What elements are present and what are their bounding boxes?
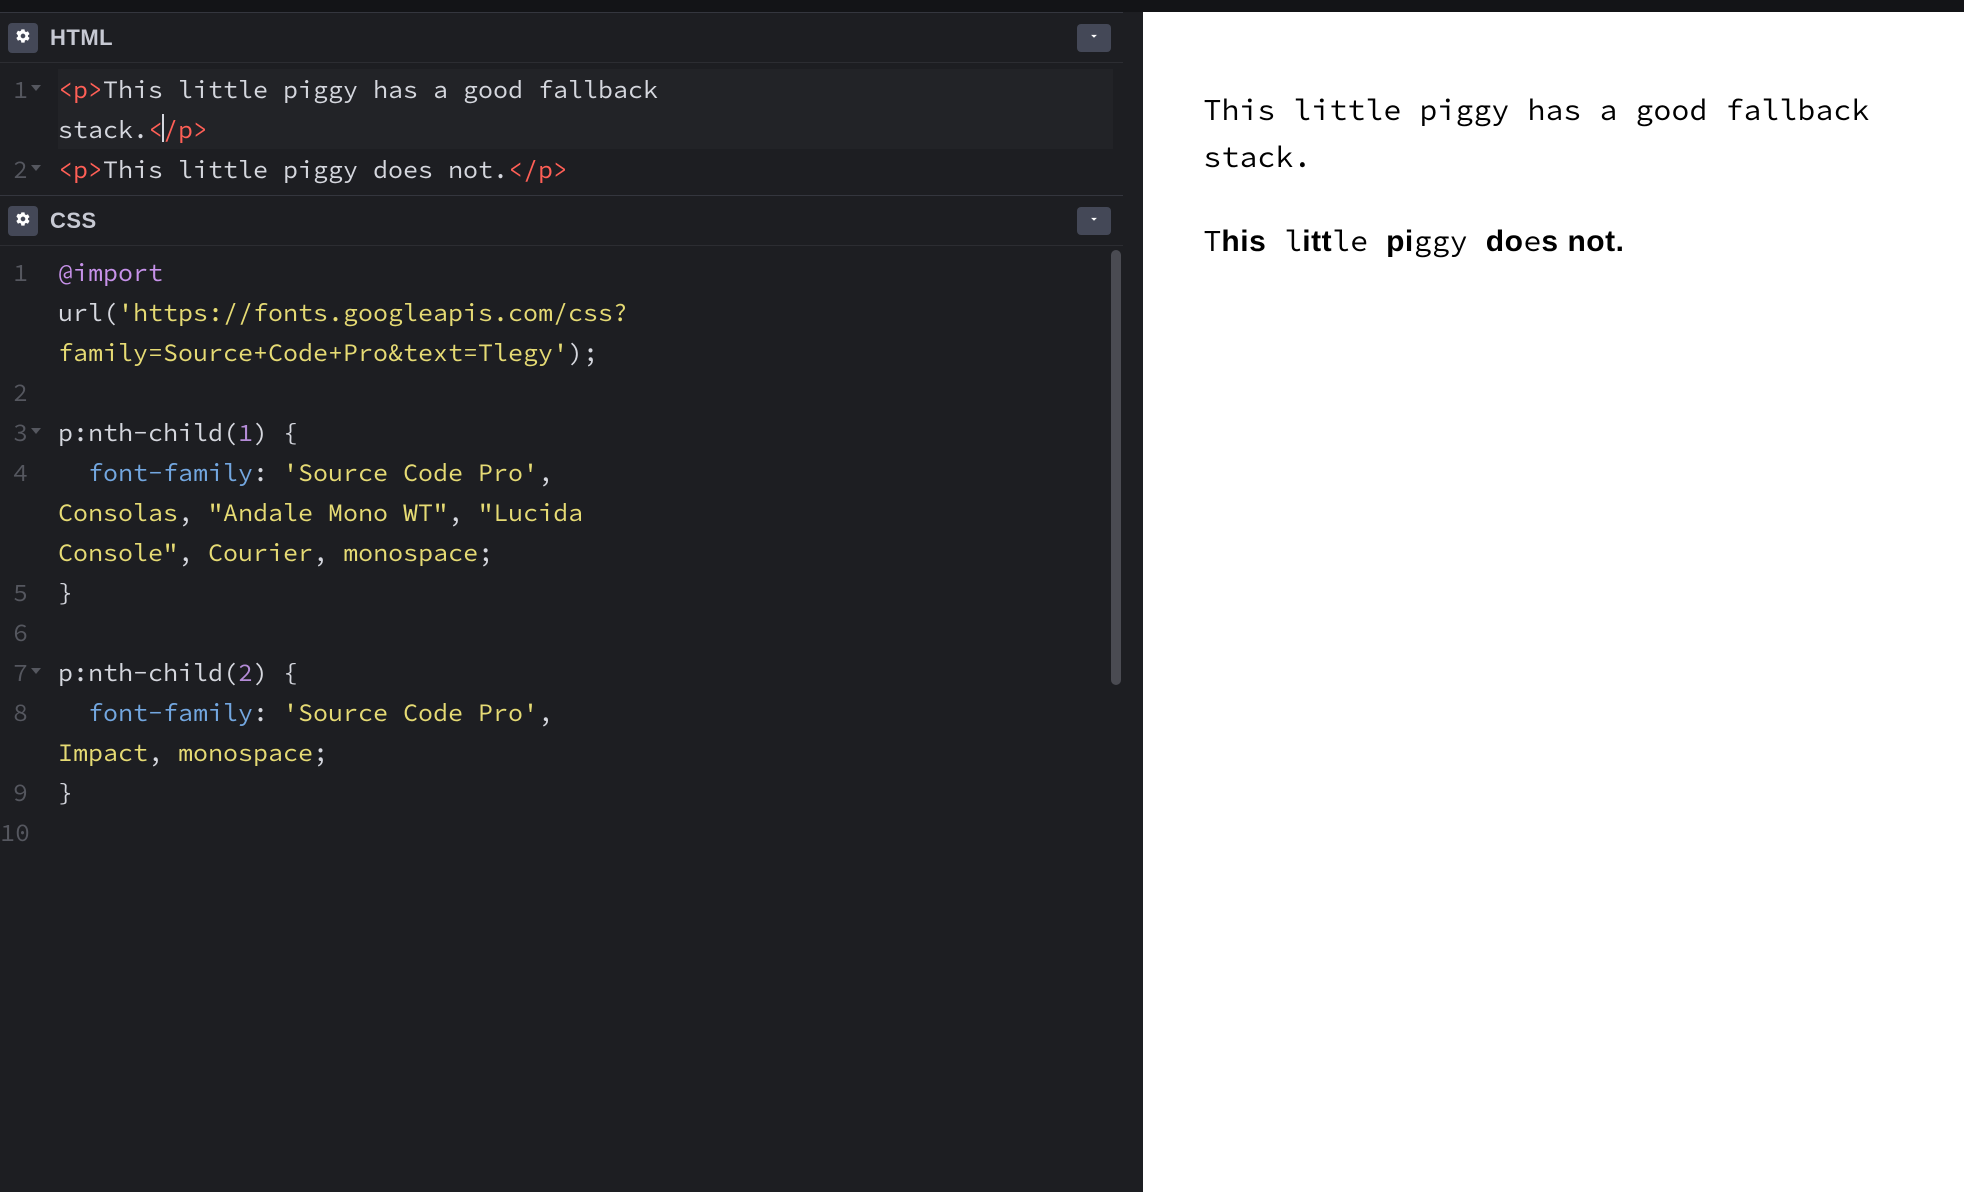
- code-line[interactable]: p:nth-child(1) {: [58, 412, 1113, 452]
- line-number: [0, 109, 44, 149]
- preview-pane: This little piggy has a good fallback st…: [1143, 12, 1964, 1192]
- css-panel-header: CSS: [0, 196, 1123, 246]
- line-number: 4: [0, 452, 44, 492]
- code-line[interactable]: @import: [58, 252, 1113, 292]
- code-line[interactable]: [58, 372, 1113, 412]
- line-number: 1: [0, 69, 44, 109]
- main-area: HTML 12 <p>This little piggy has a good …: [0, 12, 1964, 1192]
- html-editor[interactable]: 12 <p>This little piggy has a good fallb…: [0, 63, 1123, 195]
- line-number: [0, 492, 44, 532]
- window-topbar: [0, 0, 1964, 12]
- code-line[interactable]: stack.</p>: [58, 109, 1113, 149]
- html-gutter: 12: [0, 63, 48, 195]
- preview-paragraph-2: This little piggy does not.: [1203, 218, 1904, 266]
- code-line[interactable]: Console", Courier, monospace;: [58, 532, 1113, 572]
- html-panel-header: HTML: [0, 13, 1123, 63]
- code-line[interactable]: <p>This little piggy does not.</p>: [58, 149, 1113, 189]
- code-line[interactable]: Impact, monospace;: [58, 732, 1113, 772]
- code-line[interactable]: [58, 612, 1113, 652]
- line-number: 8: [0, 692, 44, 732]
- chevron-down-icon: [1087, 29, 1101, 46]
- css-editor[interactable]: 1 234 5678 910 @importurl('https://fonts.go…: [0, 246, 1123, 1192]
- css-panel: CSS 1 234 5678 910 @importurl('https://font…: [0, 195, 1123, 1192]
- code-line[interactable]: p:nth-child(2) {: [58, 652, 1113, 692]
- line-number: [0, 292, 44, 332]
- html-panel: HTML 12 <p>This little piggy has a good …: [0, 12, 1123, 195]
- preview-paragraph-1: This little piggy has a good fallback st…: [1203, 87, 1904, 180]
- line-number: 5: [0, 572, 44, 612]
- css-scrollbar-thumb[interactable]: [1111, 250, 1121, 685]
- html-collapse-button[interactable]: [1077, 24, 1111, 52]
- html-panel-title: HTML: [50, 25, 113, 51]
- line-number: 2: [0, 372, 44, 412]
- chevron-down-icon: [1087, 212, 1101, 229]
- gear-icon: [15, 28, 31, 47]
- line-number: 1: [0, 252, 44, 292]
- code-line[interactable]: url('https://fonts.googleapis.com/css?: [58, 292, 1113, 332]
- css-scrollbar[interactable]: [1109, 246, 1123, 1192]
- code-line[interactable]: font-family: 'Source Code Pro',: [58, 452, 1113, 492]
- gear-icon: [15, 211, 31, 230]
- code-line[interactable]: font-family: 'Source Code Pro',: [58, 692, 1113, 732]
- line-number: [0, 332, 44, 372]
- code-line[interactable]: [58, 812, 1113, 852]
- line-number: 10: [0, 812, 44, 852]
- css-collapse-button[interactable]: [1077, 207, 1111, 235]
- css-code[interactable]: @importurl('https://fonts.googleapis.com…: [48, 246, 1123, 1192]
- line-number: 2: [0, 149, 44, 189]
- line-number: [0, 532, 44, 572]
- css-gutter: 1 234 5678 910: [0, 246, 48, 1192]
- code-line[interactable]: }: [58, 772, 1113, 812]
- column-splitter[interactable]: [1123, 12, 1143, 1192]
- html-code[interactable]: <p>This little piggy has a good fallback…: [48, 63, 1123, 195]
- editors-column: HTML 12 <p>This little piggy has a good …: [0, 12, 1123, 1192]
- line-number: 3: [0, 412, 44, 452]
- code-line[interactable]: <p>This little piggy has a good fallback: [58, 69, 1113, 109]
- line-number: 7: [0, 652, 44, 692]
- line-number: [0, 732, 44, 772]
- code-line[interactable]: }: [58, 572, 1113, 612]
- line-number: 6: [0, 612, 44, 652]
- code-line[interactable]: family=Source+Code+Pro&text=Tlegy');: [58, 332, 1113, 372]
- html-settings-button[interactable]: [8, 23, 38, 53]
- css-panel-title: CSS: [50, 208, 97, 234]
- line-number: 9: [0, 772, 44, 812]
- css-settings-button[interactable]: [8, 206, 38, 236]
- code-line[interactable]: Consolas, "Andale Mono WT", "Lucida: [58, 492, 1113, 532]
